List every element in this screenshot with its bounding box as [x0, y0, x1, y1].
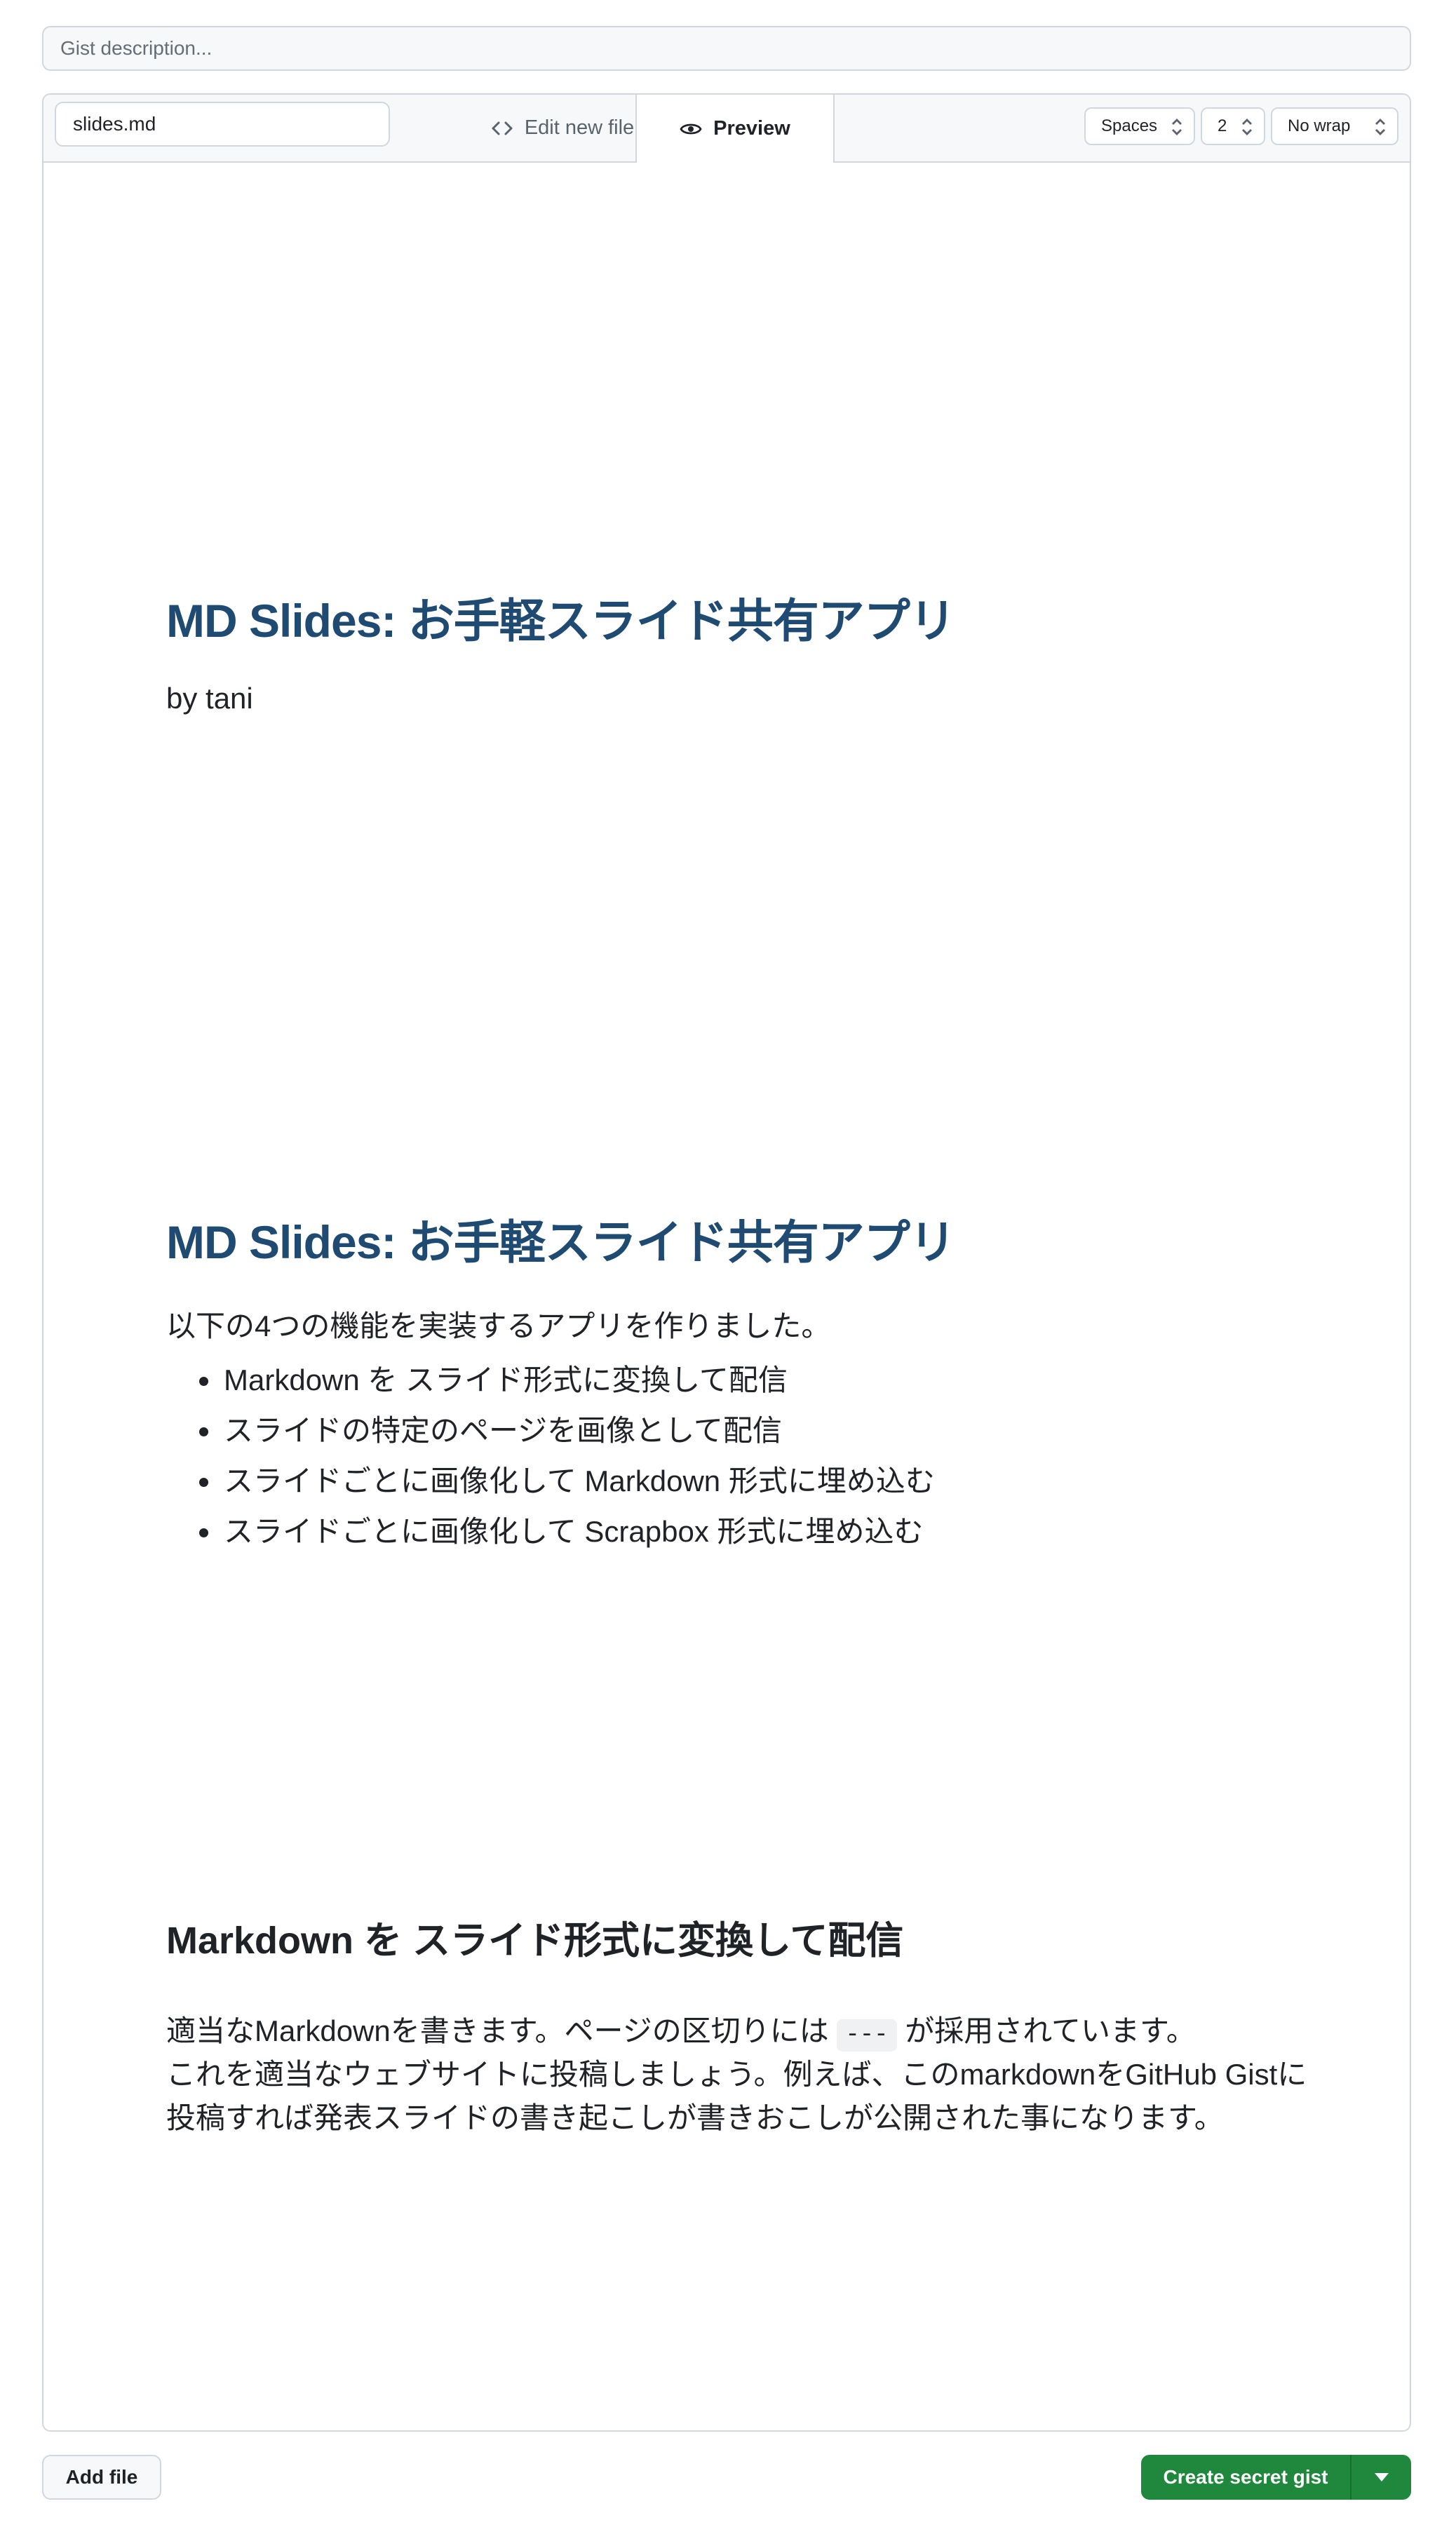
file-header: Edit new file Preview Spaces 2 No wrap — [43, 95, 1410, 163]
slide3-title: Markdown を スライド形式に変換して配信 — [166, 1920, 904, 1962]
select-arrows-icon — [1375, 119, 1385, 135]
list-item: スライドごとに画像化して Markdown 形式に埋め込む — [166, 1456, 935, 1507]
gist-description-input[interactable] — [42, 26, 1411, 71]
slide1-byline: by tani — [166, 682, 253, 715]
eye-icon — [680, 123, 702, 134]
wrap-mode-select[interactable]: No wrap — [1271, 107, 1398, 145]
slide2-intro: 以下の4つの機能を実装するアプリを作りました。 — [166, 1309, 831, 1342]
triangle-down-icon — [1374, 2473, 1389, 2481]
tab-edit-label: Edit new file — [524, 116, 635, 139]
add-file-button[interactable]: Add file — [42, 2455, 161, 2500]
select-arrows-icon — [1242, 119, 1252, 135]
slide3-line3: 投稿すれば発表スライドの書き起こしが書きおこしが公開された事になります。 — [166, 2101, 1224, 2134]
list-item: スライドの特定のページを画像として配信 — [166, 1406, 935, 1456]
code-icon — [492, 121, 513, 135]
slide3-line1: 適当なMarkdownを書きます。ページの区切りには --- が採用されています… — [166, 2007, 1196, 2052]
page-separator-code: --- — [837, 2019, 897, 2052]
feature-list: Markdown を スライド形式に変換して配信 スライドの特定のページを画像と… — [166, 1355, 935, 1557]
filename-input[interactable] — [55, 102, 390, 147]
indent-mode-value: Spaces — [1101, 116, 1158, 135]
list-item: Markdown を スライド形式に変換して配信 — [166, 1355, 935, 1406]
tab-preview-label: Preview — [713, 117, 790, 140]
select-arrows-icon — [1172, 119, 1182, 135]
indent-size-value: 2 — [1218, 116, 1227, 135]
list-item: スライドごとに画像化して Scrapbox 形式に埋め込む — [166, 1507, 935, 1557]
wrap-mode-value: No wrap — [1288, 116, 1351, 135]
slide3-line2: これを適当なウェブサイトに投稿しましょう。例えば、このmarkdownをGitH… — [166, 2058, 1307, 2091]
indent-size-select[interactable]: 2 — [1201, 107, 1265, 145]
slide3-line1-before: 適当なMarkdownを書きます。ページの区切りには — [166, 2014, 829, 2047]
gist-file-editor: Edit new file Preview Spaces 2 No wrap — [42, 93, 1411, 2432]
create-secret-gist-button[interactable]: Create secret gist — [1141, 2455, 1351, 2500]
tab-preview[interactable]: Preview — [635, 95, 835, 163]
markdown-preview: MD Slides: お手軽スライド共有アプリ by tani MD Slide… — [43, 163, 1410, 2430]
indent-mode-select[interactable]: Spaces — [1084, 107, 1195, 145]
slide3-line1-after: が採用されています。 — [905, 2014, 1196, 2047]
slide1-title: MD Slides: お手軽スライド共有アプリ — [166, 595, 956, 647]
create-options-dropdown[interactable] — [1351, 2455, 1411, 2500]
slide2-title: MD Slides: お手軽スライド共有アプリ — [166, 1216, 956, 1268]
